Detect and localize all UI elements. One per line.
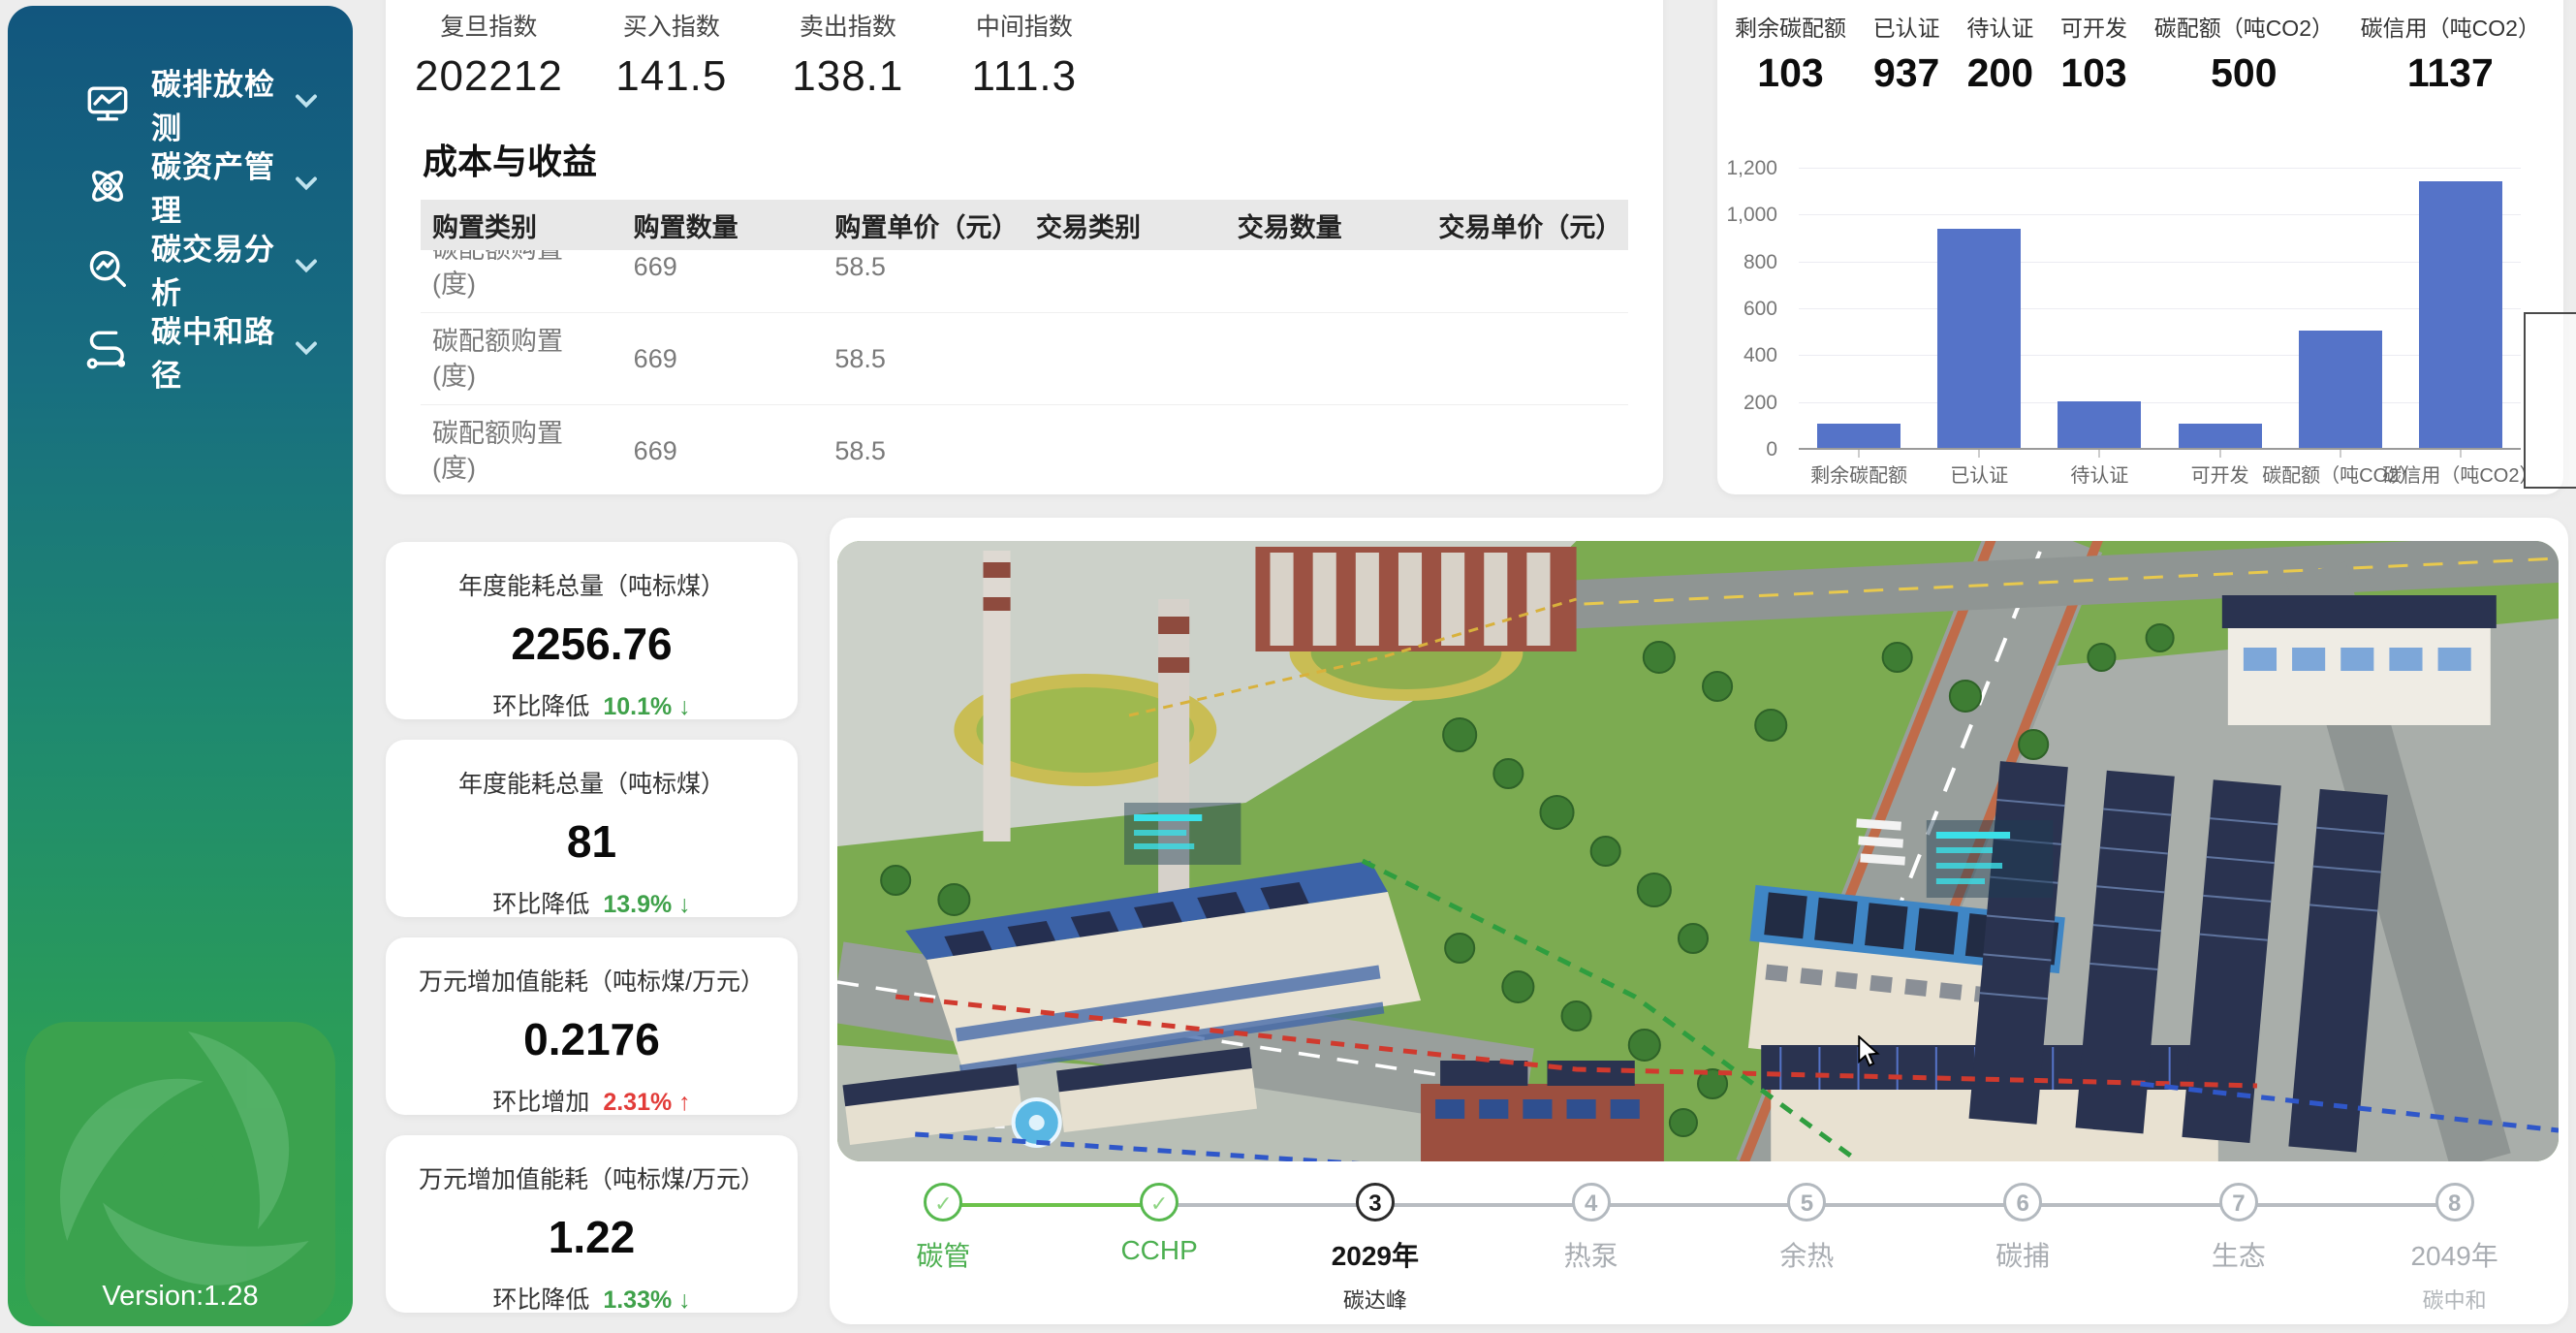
chart-tooltip-frame [2524, 312, 2576, 489]
x-axis-tick-label: 可开发 [2191, 460, 2249, 488]
carbon-roadmap-stepper: 碳管 CCHP 3 2029年 碳达峰 4 热泵 5 余热 [835, 1183, 2562, 1315]
x-axis-tick [1979, 450, 1980, 458]
x-axis-tick [1859, 450, 1860, 458]
y-axis-tick-label: 800 [1744, 251, 1777, 274]
mouse-cursor-icon [1857, 1035, 1886, 1073]
atom-icon [85, 164, 130, 208]
sidebar-item-neutral-path[interactable]: 碳中和路径 [8, 309, 353, 392]
chart-gridline [1799, 168, 2521, 169]
x-axis-tick-label: 碳信用（吨CO2） [2382, 460, 2538, 488]
city-3d-view[interactable] [837, 541, 2559, 1161]
index-sell: 卖出指数 138.1 [780, 8, 916, 101]
carbon-asset-card: 剩余碳配额 103 已认证 937 待认证 200 可开发 103 碳配额（吨C… [1717, 0, 2563, 494]
y-axis-tick-label: 0 [1766, 438, 1777, 461]
sidebar-item-emission-monitor[interactable]: 碳排放检测 [8, 62, 353, 144]
chart-gridline [1799, 214, 2521, 215]
chart-gridline [1799, 355, 2521, 356]
table-row: 碳配额购置 (度) 669 58.5 [421, 405, 1628, 495]
cost-table: 购置类别 购置数量 购置单价（元） 交易类别 交易数量 交易单价（元） 碳配额购… [421, 200, 1628, 495]
table-row: 碳配额购置 (度) 669 58.5 [421, 313, 1628, 405]
arrow-down-icon: ↓ [678, 891, 691, 918]
x-axis-tick [2219, 450, 2220, 458]
stat-quota-co2: 碳配额（吨CO2） 500 [2154, 10, 2334, 96]
step-number: 6 [2003, 1183, 2042, 1222]
sidebar: 碳排放检测 碳资产管理 碳交易分析 碳中 [8, 6, 353, 1326]
brand-logo: Version:1.28 [25, 1022, 335, 1326]
step-number: 3 [1356, 1183, 1395, 1222]
chart-bar[interactable] [1937, 229, 2021, 448]
index-mid: 中间指数 111.3 [957, 8, 1092, 101]
chart-gridline [1799, 262, 2521, 263]
energy-card-per-10k-2: 万元增加值能耗（吨标煤/万元） 1.22 环比降低1.33% ↓ [386, 1135, 798, 1313]
arrow-down-icon: ↓ [678, 1286, 691, 1314]
stat-developable: 可开发 103 [2060, 10, 2127, 96]
y-axis-tick-label: 200 [1744, 392, 1777, 415]
chevron-down-icon [295, 93, 318, 113]
x-axis-tick [2460, 450, 2461, 458]
step-number: 8 [2435, 1183, 2474, 1222]
chart-bar[interactable] [2419, 181, 2502, 448]
chart-gridline [1799, 402, 2521, 403]
x-axis-tick [2099, 450, 2100, 458]
sidebar-item-label: 碳排放检测 [151, 60, 295, 147]
energy-card-per-10k-1: 万元增加值能耗（吨标煤/万元） 0.2176 环比增加2.31% ↑ [386, 937, 798, 1115]
chart-x-axis: 剩余碳配额已认证待认证可开发碳配额（吨CO2）碳信用（吨CO2） [1799, 460, 2521, 489]
step-number: 5 [1787, 1183, 1826, 1222]
index-fudan: 复旦指数 202212 [415, 8, 563, 101]
stat-remaining-quota: 剩余碳配额 103 [1735, 10, 1846, 96]
energy-card-annual-total-2: 年度能耗总量（吨标煤） 81 环比降低13.9% ↓ [386, 740, 798, 917]
x-axis-tick-label: 待认证 [2070, 460, 2128, 488]
stat-credit-co2: 碳信用（吨CO2） 1137 [2361, 10, 2540, 96]
sidebar-nav: 碳排放检测 碳资产管理 碳交易分析 碳中 [8, 62, 353, 392]
step-number: 7 [2219, 1183, 2258, 1222]
index-row: 复旦指数 202212 买入指数 141.5 卖出指数 138.1 中间指数 1… [386, 0, 1663, 101]
cost-table-body[interactable]: 碳配额购置 (度) 669 58.5 碳配额购置 (度) 669 58.5 [421, 250, 1628, 495]
cost-revenue-card: 复旦指数 202212 买入指数 141.5 卖出指数 138.1 中间指数 1… [386, 0, 1663, 494]
index-buy: 买入指数 141.5 [604, 8, 739, 101]
sidebar-item-asset-management[interactable]: 碳资产管理 [8, 144, 353, 227]
x-axis-tick-label: 剩余碳配额 [1810, 460, 1907, 488]
monitor-chart-icon [85, 81, 130, 126]
chevron-down-icon [295, 258, 318, 278]
chart-bar[interactable] [2179, 424, 2262, 448]
search-trend-icon [85, 246, 130, 291]
step-number: 4 [1572, 1183, 1611, 1222]
stat-certified: 已认证 937 [1873, 10, 1940, 96]
chart-y-axis: 02004006008001,0001,200 [1717, 169, 1787, 450]
carbon-dashboard: 碳排放检测 碳资产管理 碳交易分析 碳中 [0, 0, 2576, 1333]
chart-bar[interactable] [2299, 331, 2382, 448]
energy-card-annual-total-1: 年度能耗总量（吨标煤） 2256.76 环比降低10.1% ↓ [386, 542, 798, 719]
route-icon [85, 329, 130, 373]
version-label: Version:1.28 [25, 1281, 335, 1313]
chevron-down-icon [295, 340, 318, 361]
y-axis-tick-label: 1,000 [1726, 204, 1777, 227]
sidebar-item-label: 碳交易分析 [151, 225, 295, 312]
arrow-down-icon: ↓ [678, 693, 691, 720]
asset-stats-row: 剩余碳配额 103 已认证 937 待认证 200 可开发 103 碳配额（吨C… [1717, 0, 2563, 96]
step-check-icon [1140, 1183, 1178, 1222]
chevron-down-icon [295, 175, 318, 196]
roadmap-step-8[interactable]: 8 2049年 碳中和 [2346, 1183, 2562, 1315]
x-axis-tick-label: 已认证 [1950, 460, 2008, 488]
y-axis-tick-label: 600 [1744, 298, 1777, 321]
stat-pending: 待认证 200 [1966, 10, 2033, 96]
table-row: 碳配额购置 (度) 669 58.5 [421, 250, 1628, 313]
cost-revenue-title: 成本与收益 [423, 134, 1663, 184]
arrow-up-icon: ↑ [678, 1089, 691, 1116]
chart-bar[interactable] [2058, 401, 2141, 448]
y-axis-tick-label: 1,200 [1726, 157, 1777, 180]
asset-bar-chart[interactable] [1799, 169, 2521, 450]
campus-3d-card: 碳管 CCHP 3 2029年 碳达峰 4 热泵 5 余热 [830, 518, 2568, 1324]
sidebar-item-label: 碳资产管理 [151, 143, 295, 230]
y-axis-tick-label: 400 [1744, 344, 1777, 367]
chart-gridline [1799, 448, 2521, 450]
chart-bar[interactable] [1817, 424, 1901, 448]
step-check-icon [924, 1183, 962, 1222]
sidebar-item-label: 碳中和路径 [151, 307, 295, 395]
cost-table-header: 购置类别 购置数量 购置单价（元） 交易类别 交易数量 交易单价（元） [421, 200, 1628, 250]
chart-gridline [1799, 308, 2521, 309]
sidebar-item-trade-analysis[interactable]: 碳交易分析 [8, 227, 353, 309]
